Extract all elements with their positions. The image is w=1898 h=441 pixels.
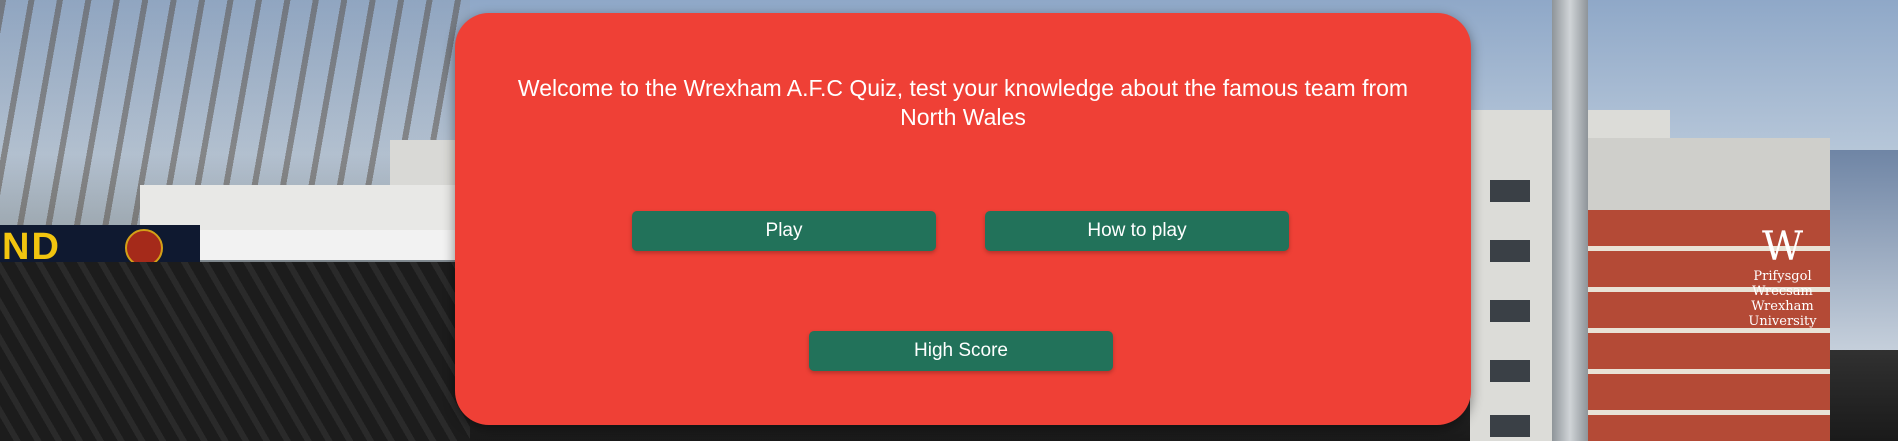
university-logo: W: [1761, 224, 1804, 270]
stand-seating: [0, 262, 470, 441]
welcome-message: Welcome to the Wrexham A.F.C Quiz, test …: [517, 75, 1409, 130]
play-button[interactable]: Play: [632, 211, 936, 251]
building-window: [1490, 300, 1530, 322]
how-to-play-button[interactable]: How to play: [985, 211, 1289, 251]
building-window: [1490, 180, 1530, 202]
building-window: [1490, 240, 1530, 262]
university-sign-text: Prifysgol Wrecsam Wrexham University: [1748, 269, 1817, 329]
stand-roof: [140, 185, 470, 230]
stand-fascia: [200, 230, 470, 260]
university-building-top: [1585, 138, 1830, 213]
building-window: [1490, 360, 1530, 382]
university-sign: W Prifysgol Wrecsam Wrexham University: [1745, 224, 1820, 329]
background-sky: [1830, 150, 1898, 350]
high-score-button[interactable]: High Score: [809, 331, 1113, 371]
floodlight-pole: [1552, 0, 1588, 441]
building-window: [1490, 415, 1530, 437]
quiz-start-card: Welcome to the Wrexham A.F.C Quiz, test …: [455, 13, 1471, 425]
